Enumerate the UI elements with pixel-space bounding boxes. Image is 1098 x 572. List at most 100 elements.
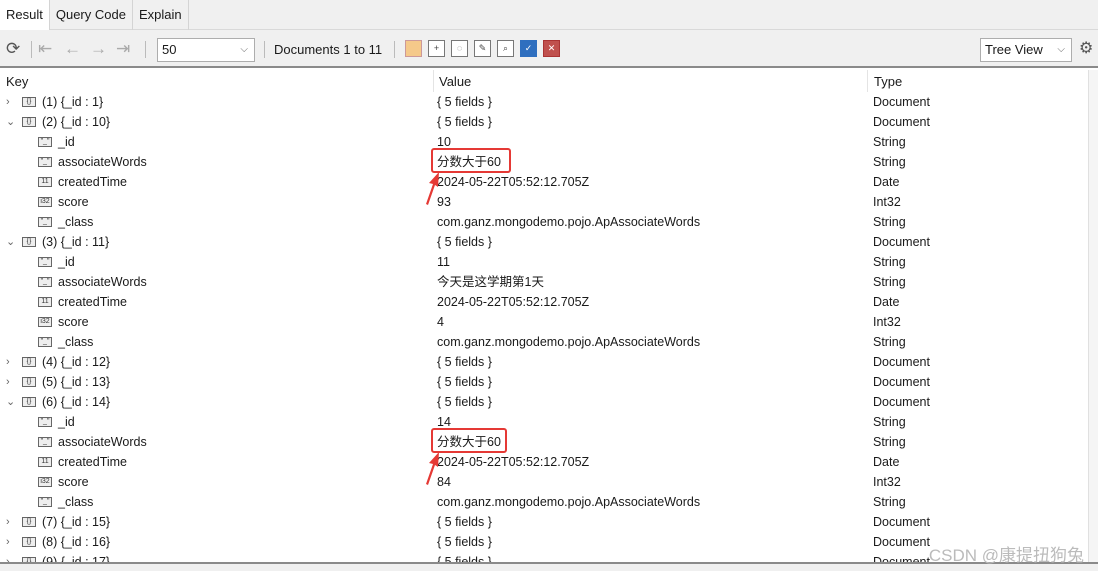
- view-document-icon[interactable]: ⌕: [497, 40, 514, 57]
- toolbar: ⟳ ⇤ ← → ⇥ 50 ⌵ Documents 1 to 11 + ◌ ✎ ⌕…: [0, 30, 1098, 68]
- field-row[interactable]: "_" associateWords 分数大于60 String: [0, 432, 1088, 452]
- field-row[interactable]: "_" associateWords 分数大于60 String: [0, 152, 1088, 172]
- date-type-icon: 11: [38, 457, 52, 467]
- chevron-down-icon: ⌵: [1057, 44, 1065, 55]
- row-key: associateWords: [58, 435, 147, 449]
- document-row[interactable]: › {} (1) {_id : 1} { 5 fields } Document: [0, 92, 1088, 112]
- string-type-icon: "_": [38, 497, 52, 507]
- row-key: _id: [58, 135, 75, 149]
- row-type: Document: [873, 395, 930, 409]
- chevron-down-icon[interactable]: ⌄: [6, 392, 15, 412]
- column-key[interactable]: Key: [6, 74, 28, 89]
- edit-document-icon[interactable]: ✎: [474, 40, 491, 57]
- add-document-icon[interactable]: +: [428, 40, 445, 57]
- chevron-down-icon[interactable]: ⌄: [6, 232, 15, 252]
- row-value: { 5 fields }: [437, 515, 492, 529]
- date-type-icon: 11: [38, 297, 52, 307]
- field-row[interactable]: "_" _id 10 String: [0, 132, 1088, 152]
- chevron-right-icon[interactable]: ›: [6, 512, 10, 532]
- page-size-select[interactable]: 50 ⌵: [157, 38, 255, 62]
- row-type: Int32: [873, 315, 901, 329]
- tab-explain[interactable]: Explain: [133, 0, 189, 30]
- delete-icon[interactable]: ✕: [543, 40, 560, 57]
- int-type-icon: i32: [38, 317, 52, 327]
- document-row[interactable]: ⌄ {} (6) {_id : 14} { 5 fields } Document: [0, 392, 1088, 412]
- chevron-right-icon[interactable]: ›: [6, 372, 10, 392]
- vertical-scrollbar[interactable]: [1088, 70, 1098, 562]
- column-type[interactable]: Type: [874, 74, 902, 89]
- annotation-arrow-icon: [426, 172, 439, 205]
- field-row[interactable]: "_" _class com.ganz.mongodemo.pojo.ApAssoc…: [0, 492, 1088, 512]
- row-type: Date: [873, 175, 900, 189]
- row-type: String: [873, 415, 906, 429]
- field-row[interactable]: 11 createdTime 2024-05-22T05:52:12.705Z Dat…: [0, 292, 1088, 312]
- row-type: String: [873, 275, 906, 289]
- field-row[interactable]: 11 createdTime 2024-05-22T05:52:12.705Z Dat…: [0, 452, 1088, 472]
- chevron-right-icon[interactable]: ›: [6, 532, 10, 552]
- field-row[interactable]: "_" _class com.ganz.mongodemo.pojo.ApAssoc…: [0, 332, 1088, 352]
- field-row[interactable]: "_" associateWords 今天是这学期第1天 String: [0, 272, 1088, 292]
- document-icon: {}: [22, 117, 36, 127]
- tab-query-code[interactable]: Query Code: [50, 0, 133, 30]
- document-row[interactable]: › {} (4) {_id : 12} { 5 fields } Document: [0, 352, 1088, 372]
- row-value: { 5 fields }: [437, 375, 492, 389]
- chevron-down-icon[interactable]: ⌄: [6, 112, 15, 132]
- field-row[interactable]: "_" _id 11 String: [0, 252, 1088, 272]
- document-icon: {}: [22, 377, 36, 387]
- field-row[interactable]: i32 score 4 Int32: [0, 312, 1088, 332]
- settings-gear-icon[interactable]: ⚙: [1079, 39, 1093, 59]
- column-header: Key Value Type: [0, 70, 1088, 92]
- row-key: associateWords: [58, 275, 147, 289]
- row-type: Int32: [873, 195, 901, 209]
- date-type-icon: 11: [38, 177, 52, 187]
- refresh-icon[interactable]: ⟳: [6, 39, 20, 59]
- validate-icon[interactable]: ✓: [520, 40, 537, 57]
- row-type: String: [873, 335, 906, 349]
- row-value: { 5 fields }: [437, 95, 492, 109]
- document-icon: {}: [22, 237, 36, 247]
- row-type: Date: [873, 455, 900, 469]
- column-value[interactable]: Value: [439, 74, 471, 89]
- field-row[interactable]: i32 score 93 Int32: [0, 192, 1088, 212]
- row-value: { 5 fields }: [437, 535, 492, 549]
- tab-result[interactable]: Result: [0, 0, 50, 31]
- clone-document-icon[interactable]: ◌: [451, 40, 468, 57]
- row-value: { 5 fields }: [437, 115, 492, 129]
- prev-page-icon[interactable]: ←: [64, 39, 81, 59]
- field-row[interactable]: i32 score 84 Int32: [0, 472, 1088, 492]
- row-value: com.ganz.mongodemo.pojo.ApAssociateWords: [437, 335, 701, 349]
- row-type: String: [873, 135, 906, 149]
- view-mode-select[interactable]: Tree View ⌵: [980, 38, 1072, 62]
- field-row[interactable]: 11 createdTime 2024-05-22T05:52:12.705Z Dat…: [0, 172, 1088, 192]
- row-type: Document: [873, 375, 930, 389]
- row-key: _id: [58, 415, 75, 429]
- string-type-icon: "_": [38, 277, 52, 287]
- row-value: { 5 fields }: [437, 355, 492, 369]
- lock-icon[interactable]: [405, 40, 422, 57]
- document-row[interactable]: › {} (8) {_id : 16} { 5 fields } Document: [0, 532, 1088, 552]
- row-type: Document: [873, 115, 930, 129]
- last-page-icon[interactable]: ⇥: [116, 39, 130, 59]
- field-row[interactable]: "_" _id 14 String: [0, 412, 1088, 432]
- next-page-icon[interactable]: →: [90, 39, 107, 59]
- document-row[interactable]: › {} (5) {_id : 13} { 5 fields } Document: [0, 372, 1088, 392]
- tab-bar: Result Query Code Explain: [0, 0, 1098, 31]
- row-key: (5) {_id : 13}: [42, 375, 111, 389]
- chevron-right-icon[interactable]: ›: [6, 92, 10, 112]
- chevron-right-icon[interactable]: ›: [6, 352, 10, 372]
- row-key: createdTime: [58, 175, 128, 189]
- document-row[interactable]: › {} (7) {_id : 15} { 5 fields } Document: [0, 512, 1088, 532]
- row-type: Document: [873, 95, 930, 109]
- watermark: CSDN @康提扭狗兔: [928, 546, 1084, 565]
- string-type-icon: "_": [38, 417, 52, 427]
- row-key: _id: [58, 255, 75, 269]
- first-page-icon[interactable]: ⇤: [38, 39, 52, 59]
- row-type: Date: [873, 295, 900, 309]
- document-row[interactable]: ⌄ {} (2) {_id : 10} { 5 fields } Document: [0, 112, 1088, 132]
- document-icon: {}: [22, 357, 36, 367]
- row-value: com.ganz.mongodemo.pojo.ApAssociateWords: [437, 495, 701, 509]
- field-row[interactable]: "_" _class com.ganz.mongodemo.pojo.ApAssoc…: [0, 212, 1088, 232]
- row-value: 4: [437, 315, 444, 329]
- row-key: createdTime: [58, 455, 128, 469]
- document-row[interactable]: ⌄ {} (3) {_id : 11} { 5 fields } Document: [0, 232, 1088, 252]
